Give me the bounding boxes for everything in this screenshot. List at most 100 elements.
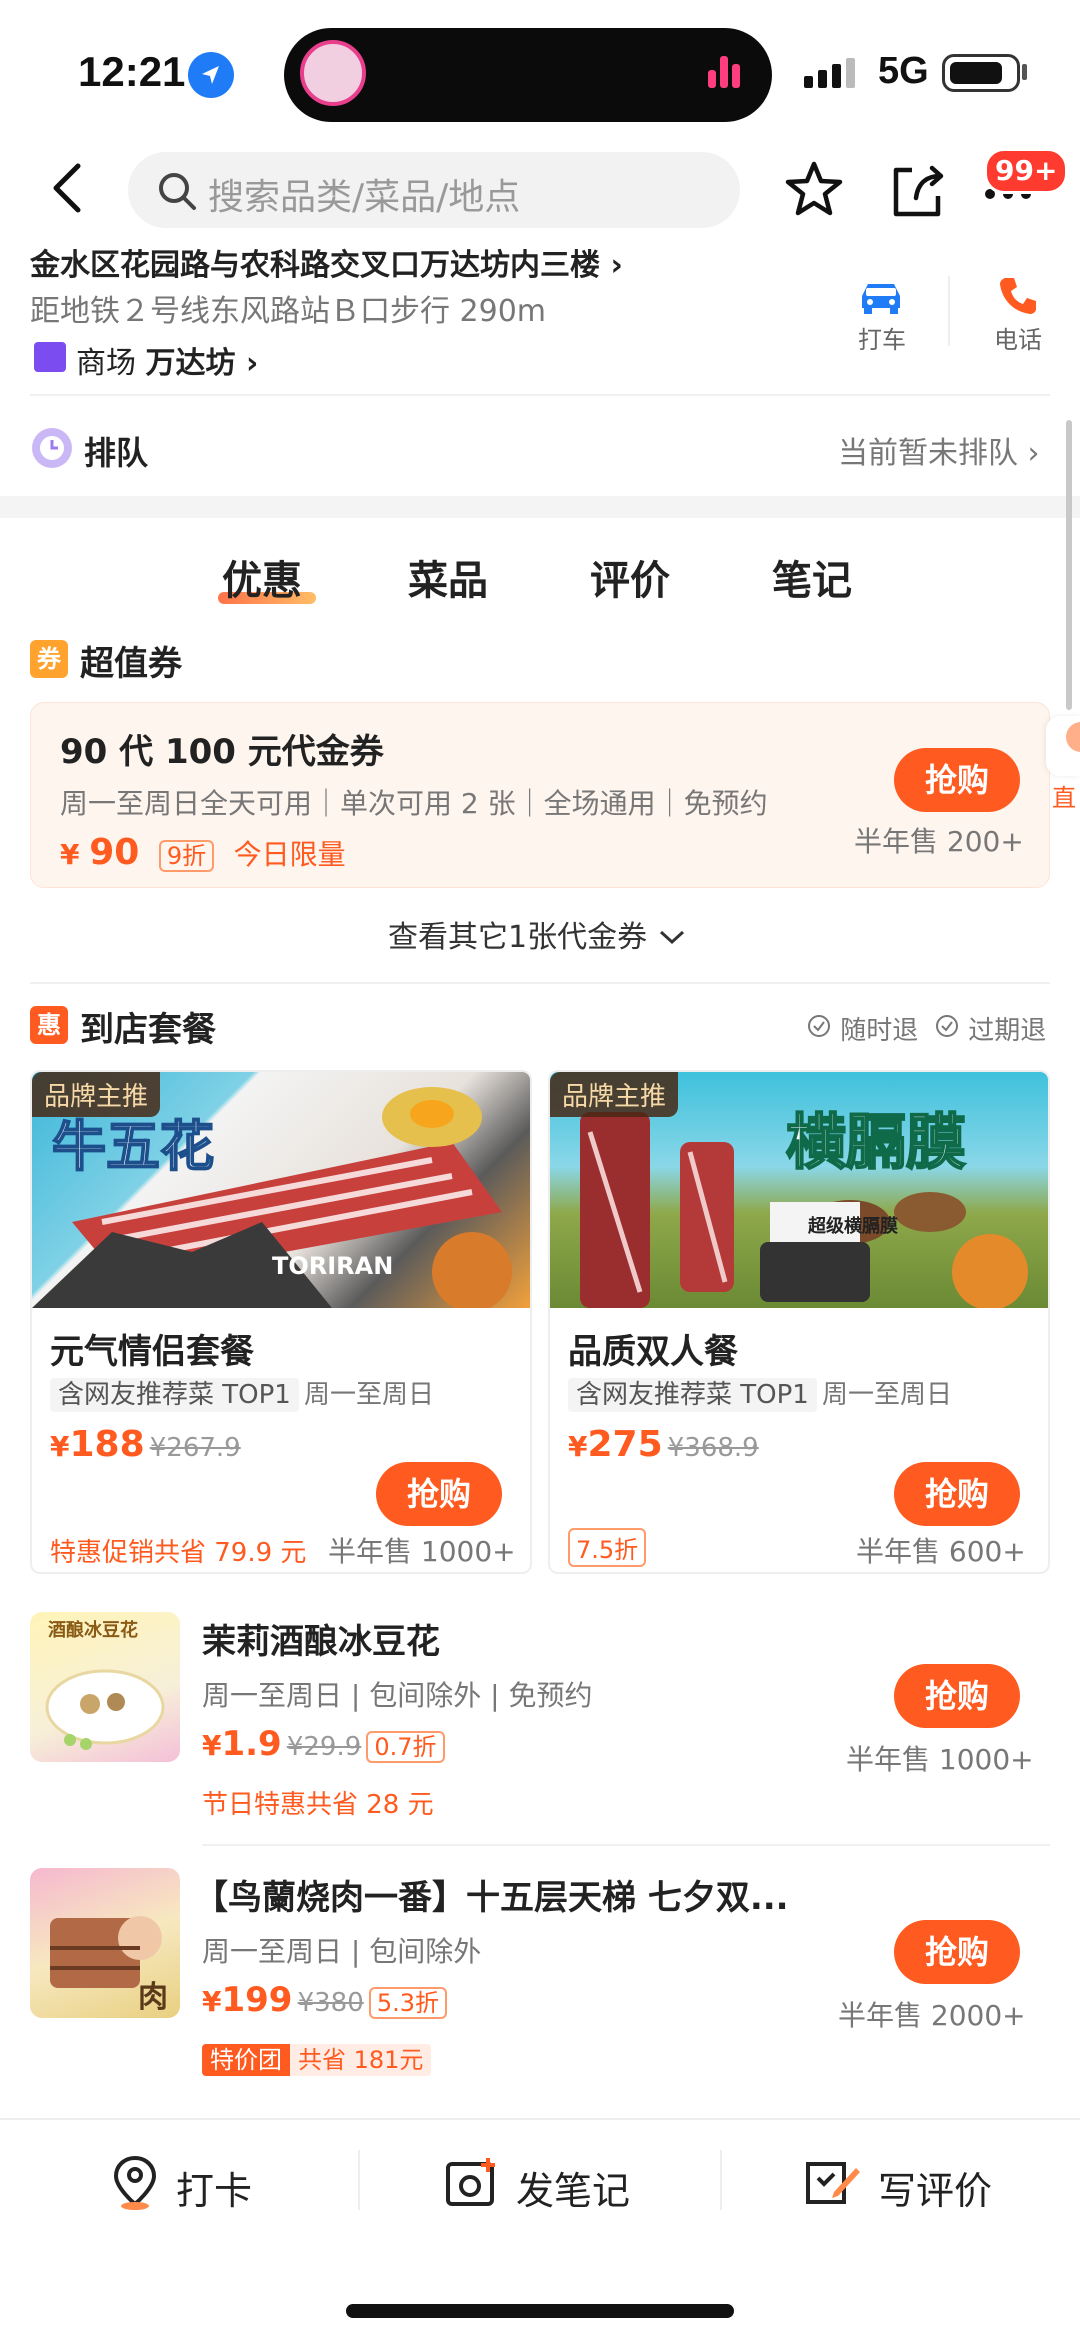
package-orig-price: ¥368.9 xyxy=(667,1433,759,1463)
coupon-desc: 周一至周日全天可用｜单次可用 2 张｜全场通用｜免预约 xyxy=(60,787,768,820)
refund-expired-label: 过期退 xyxy=(968,1016,1047,1046)
deal-discount: 0.7折 xyxy=(366,1731,445,1763)
package-image: 牛五花 TORIRAN 品牌主推 xyxy=(32,1072,530,1308)
coupon-sold: 半年售 200+ xyxy=(854,825,1024,858)
deal-desc: 周一至周日 | 包间除外 xyxy=(202,1935,482,1968)
package-tags: 含网友推荐菜 TOP1 周一至周日 xyxy=(568,1374,952,1412)
check-circle-icon xyxy=(808,1015,830,1037)
divider xyxy=(948,276,950,346)
write-note-button[interactable]: 发笔记 xyxy=(516,2160,630,2215)
more-coupons-label: 查看其它1张代金券 xyxy=(388,920,648,955)
mall-link[interactable]: 商场 万达坊 › xyxy=(76,338,258,382)
search-icon xyxy=(156,170,198,216)
deal-buy-button[interactable]: 抢购 xyxy=(894,1664,1020,1728)
share-icon[interactable] xyxy=(888,160,948,224)
queue-status[interactable]: 当前暂未排队 › xyxy=(838,428,1040,472)
coupon-discount: 9折 xyxy=(158,840,215,872)
package-buy-button[interactable]: 抢购 xyxy=(894,1462,1020,1526)
currency: ¥ xyxy=(50,1430,70,1463)
package-card[interactable]: 牛五花 TORIRAN 品牌主推 元气情侣套餐 含网友推荐菜 TOP1 周一至周… xyxy=(30,1070,532,1574)
back-icon[interactable] xyxy=(48,162,88,213)
currency: ¥ xyxy=(60,838,80,871)
coupon-price-row: ¥ 90 9折 今日限量 xyxy=(60,832,346,873)
brand-tag: 品牌主推 xyxy=(550,1072,679,1117)
package-image-sub: 超级横膈膜 xyxy=(808,1216,898,1237)
deal-price: 199 xyxy=(221,1980,293,2020)
scrollbar[interactable] xyxy=(1066,420,1072,710)
bottom-bar-border xyxy=(0,2118,1080,2120)
package-name: 元气情侣套餐 xyxy=(50,1332,254,1372)
home-indicator[interactable] xyxy=(346,2304,734,2318)
package-image: 横膈膜 超级横膈膜 品牌主推 xyxy=(550,1072,1048,1308)
deal-price-row: ¥1.9 ¥29.9 0.7折 xyxy=(202,1724,445,1764)
mall-name: 万达坊 › xyxy=(145,346,259,381)
package-card[interactable]: 横膈膜 超级横膈膜 品牌主推 品质双人餐 含网友推荐菜 TOP1 周一至周日 ¥… xyxy=(548,1070,1050,1574)
taxi-icon[interactable] xyxy=(856,280,906,314)
message-badge[interactable]: 99+ xyxy=(984,148,1069,194)
audio-bars-icon xyxy=(708,56,744,88)
phone-icon[interactable] xyxy=(996,274,1040,322)
refund-anytime: 随时退 xyxy=(806,1010,918,1047)
deal-sold: 半年售 2000+ xyxy=(838,1999,1026,2032)
deal-price-row: ¥199 ¥380 5.3折 xyxy=(202,1980,447,2020)
coupon-limit: 今日限量 xyxy=(233,838,346,871)
package-tags: 含网友推荐菜 TOP1 周一至周日 xyxy=(50,1374,434,1412)
deal-title[interactable]: 【鸟蘭烧肉一番】十五层天梯 七夕双... xyxy=(194,1870,789,1919)
divider xyxy=(30,394,1050,396)
deal-tag: 特价团 xyxy=(202,2044,290,2076)
coupon-buy-button[interactable]: 抢购 xyxy=(894,748,1020,812)
island-avatar xyxy=(300,40,366,106)
checkin-button[interactable]: 打卡 xyxy=(176,2160,252,2215)
package-price: 275 xyxy=(587,1424,663,1465)
shop-address[interactable]: 金水区花园路与农科路交叉口万达坊内三楼 › xyxy=(30,240,623,284)
deal-promo: 节日特惠共省 28 元 xyxy=(202,1790,434,1820)
tab-reviews[interactable]: 评价 xyxy=(590,548,670,606)
package-price: 188 xyxy=(69,1424,145,1465)
search-placeholder: 搜索品类/菜品/地点 xyxy=(208,177,521,218)
deal-thumbnail[interactable]: 酒酿冰豆花 xyxy=(30,1612,180,1762)
deal-thumbnail[interactable]: 肉 xyxy=(30,1868,180,2018)
write-review-button[interactable]: 写评价 xyxy=(878,2160,992,2215)
deal-orig-price: ¥29.9 xyxy=(286,1732,362,1762)
check-circle-icon xyxy=(936,1015,958,1037)
deal-tag-save: 共省 181元 xyxy=(290,2044,432,2076)
next-coupon-text: 直 xyxy=(1052,784,1076,812)
coupon-section-icon: 券 xyxy=(30,640,68,678)
deal-title[interactable]: 茉莉酒酿冰豆花 xyxy=(202,1614,440,1663)
phone-label: 电话 xyxy=(994,326,1042,354)
package-name: 品质双人餐 xyxy=(568,1332,738,1372)
clock-icon xyxy=(32,428,72,468)
package-section-title: 到店套餐 xyxy=(80,1010,216,1050)
favorite-star-icon[interactable] xyxy=(784,160,844,222)
mall-prefix: 商场 xyxy=(76,346,136,381)
tab-discount[interactable]: 优惠 xyxy=(222,548,302,606)
package-buy-button[interactable]: 抢购 xyxy=(376,1462,502,1526)
status-time: 12:21 xyxy=(78,48,186,95)
divider xyxy=(720,2150,722,2210)
deal-discount: 5.3折 xyxy=(368,1987,447,2019)
package-price-row: ¥188 ¥267.9 xyxy=(50,1424,241,1465)
currency: ¥ xyxy=(202,1729,222,1762)
edit-review-icon xyxy=(804,2154,862,2214)
currency: ¥ xyxy=(568,1430,588,1463)
divider xyxy=(30,982,1050,984)
more-coupons-link[interactable]: 查看其它1张代金券 xyxy=(388,912,687,956)
shop-distance: 距地铁２号线东风路站Ｂ口步行 290m xyxy=(30,294,547,329)
package-days: 周一至周日 xyxy=(303,1380,434,1410)
currency: ¥ xyxy=(202,1985,222,2018)
deal-desc: 周一至周日 | 包间除外 | 免预约 xyxy=(202,1679,593,1712)
package-price-row: ¥275 ¥368.9 xyxy=(568,1424,759,1465)
queue-label: 排队 xyxy=(84,434,149,472)
deal-orig-price: ¥380 xyxy=(297,1988,364,2018)
deal-tag-row: 特价团 共省 181元 xyxy=(202,2040,432,2076)
thumb-text: 酒酿冰豆花 xyxy=(48,1620,138,1641)
tab-notes[interactable]: 笔记 xyxy=(772,548,852,606)
network-type: 5G xyxy=(878,50,929,92)
coupon-section-title: 超值券 xyxy=(80,644,182,684)
deal-price: 1.9 xyxy=(221,1724,282,1764)
deal-buy-button[interactable]: 抢购 xyxy=(894,1920,1020,1984)
package-pill: 含网友推荐菜 TOP1 xyxy=(50,1378,299,1412)
refund-expired: 过期退 xyxy=(934,1010,1046,1047)
refund-anytime-label: 随时退 xyxy=(840,1016,919,1046)
tab-dishes[interactable]: 菜品 xyxy=(408,548,488,606)
